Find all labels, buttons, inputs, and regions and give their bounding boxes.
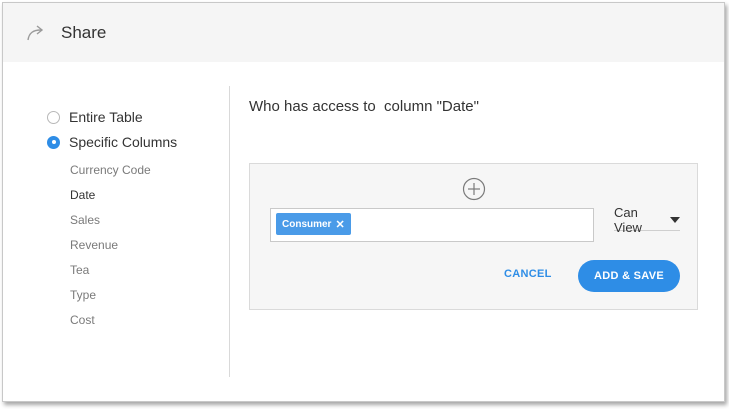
option-label: Entire Table [69,109,143,125]
cancel-button[interactable]: CANCEL [504,268,552,280]
option-specific-columns[interactable]: Specific Columns [47,134,177,150]
column-item-currency-code[interactable]: Currency Code [70,163,151,177]
close-icon[interactable]: ✕ [335,218,344,231]
dialog-header: Share [3,3,724,62]
column-item-revenue[interactable]: Revenue [70,238,118,252]
plus-circle-icon[interactable] [462,177,486,201]
column-item-sales[interactable]: Sales [70,213,100,227]
share-dialog: Share Entire Table Specific Columns Curr… [2,2,725,402]
add-and-save-button[interactable]: ADD & SAVE [578,260,680,292]
user-search-input[interactable]: Consumer ✕ [270,208,594,242]
column-item-tea[interactable]: Tea [70,263,89,277]
dialog-title: Share [61,23,107,42]
share-panel: Consumer ✕ Can View CANCEL ADD & SAVE [249,163,698,310]
column-item-cost[interactable]: Cost [70,313,95,327]
chip-label: Consumer [282,218,332,230]
caret-down-icon [670,217,680,223]
sidebar-divider [229,86,230,377]
user-chip: Consumer ✕ [276,213,351,235]
radio-specific-columns[interactable] [47,135,60,149]
access-title: Who has access to column "Date" [249,98,479,115]
sidebar: Entire Table Specific Columns Currency C… [3,62,229,382]
permission-dropdown[interactable]: Can View [614,205,680,235]
radio-entire-table[interactable] [47,110,60,124]
option-label: Specific Columns [69,134,178,150]
permission-value: Can View [614,205,642,235]
share-arrow-icon [25,23,47,43]
column-item-type[interactable]: Type [70,288,96,302]
option-entire-table[interactable]: Entire Table [47,109,143,125]
column-item-date[interactable]: Date [70,188,95,202]
